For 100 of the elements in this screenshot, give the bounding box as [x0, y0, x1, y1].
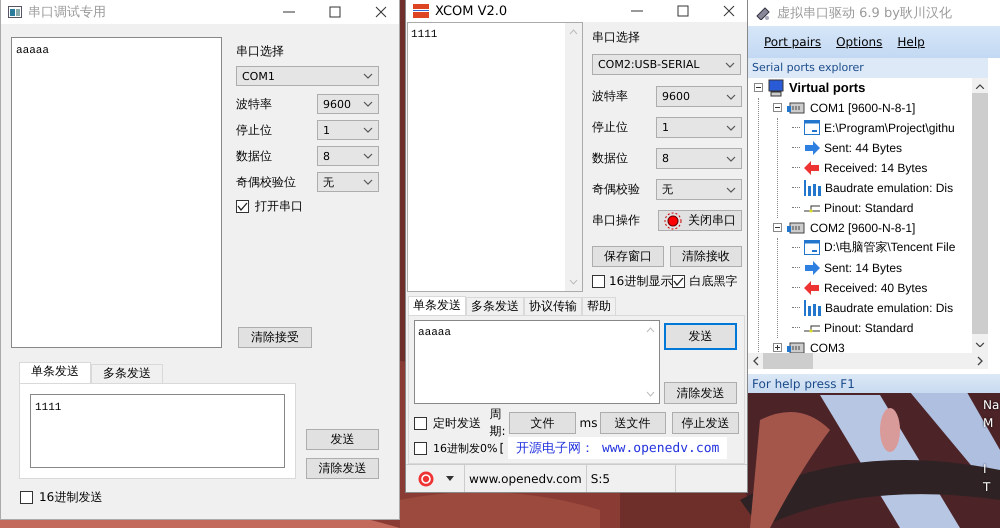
desktop-icon-label[interactable]: M [983, 416, 1000, 430]
computer-icon [767, 78, 785, 97]
indicator-light-icon [664, 212, 682, 230]
checkbox[interactable] [236, 200, 249, 213]
checkbox-label: 16进制显示 [609, 273, 672, 290]
send-file-button[interactable]: 送文件 [600, 412, 666, 434]
open-file-button[interactable]: 文件 [509, 412, 576, 434]
right-arrow-icon [804, 140, 820, 155]
button[interactable]: 保存窗口 [592, 246, 664, 267]
chevron-icon [726, 124, 736, 130]
dropdown[interactable]: 无 [656, 179, 742, 200]
checkbox[interactable] [592, 275, 605, 288]
tree-item[interactable]: COM3 [810, 340, 845, 354]
checkbox-label: 16进制发送 [39, 489, 102, 506]
send-field[interactable]: 1111 [30, 394, 285, 468]
field-label: 数据位 [236, 148, 272, 164]
logo-icon [413, 4, 429, 18]
tree-item[interactable]: Baudrate emulation: Dis [825, 180, 954, 195]
scrollbar[interactable] [748, 353, 988, 370]
scrollbar[interactable] [565, 23, 582, 291]
window-title: XCOM V2.0 [435, 4, 508, 18]
unit-label: ms [580, 416, 598, 430]
dropdown[interactable]: COM1 [236, 66, 379, 86]
scroll-up-icon [975, 84, 985, 90]
tree-item[interactable]: E:\Program\Project\githu [824, 120, 955, 135]
tree-item[interactable]: Pinout: Standard [824, 200, 914, 215]
tree-item[interactable]: COM1 [9600-N-8-1] [810, 100, 916, 115]
send-button[interactable]: 发送 [664, 323, 737, 350]
maximize-icon [677, 5, 689, 17]
collapse-icon[interactable] [773, 103, 782, 112]
tree-item[interactable]: Sent: 14 Bytes [824, 260, 902, 275]
tree-item[interactable]: Received: 14 Bytes [824, 160, 928, 175]
dropdown[interactable]: 1 [656, 117, 742, 138]
tree-item[interactable]: Pinout: Standard [824, 320, 914, 335]
expand-icon[interactable] [773, 343, 782, 352]
dropdown[interactable]: 9600 [317, 94, 379, 114]
dropdown[interactable]: 9600 [656, 86, 742, 107]
checkbox-label: 打开串口 [255, 198, 303, 215]
dropdown[interactable]: COM2:USB-SERIAL [592, 54, 741, 75]
field-label: 数据位 [592, 150, 628, 167]
scrollbar[interactable] [972, 78, 988, 354]
scroll-down-icon [646, 391, 655, 397]
scroll-up-icon [569, 29, 578, 35]
button[interactable]: 清除接收 [670, 246, 742, 267]
checkbox[interactable] [414, 442, 427, 454]
clear-send-button[interactable]: 清除发送 [306, 458, 379, 479]
power-icon [418, 470, 434, 486]
window-icon [804, 240, 820, 256]
chevron-icon [363, 179, 373, 185]
tree-item[interactable]: Sent: 44 Bytes [824, 140, 902, 155]
checkbox[interactable] [672, 275, 686, 288]
tree-item[interactable]: COM2 [9600-N-8-1] [810, 220, 916, 235]
collapse-icon[interactable] [773, 223, 782, 232]
right-arrow-icon [804, 260, 820, 275]
menu-item[interactable]: Port pairs [764, 35, 822, 49]
chevron-icon [725, 62, 735, 68]
status-text: www.openedv.com [465, 465, 587, 492]
scroll-left-icon [753, 356, 759, 366]
dropdown[interactable]: 8 [656, 148, 742, 169]
banner-text: 开源电子网： www.openedv.com [508, 437, 728, 459]
send-field[interactable]: aaaaa [414, 320, 660, 404]
bar-chart-icon [804, 180, 821, 196]
tree-item[interactable]: Virtual ports [789, 80, 866, 96]
tab[interactable]: 单条发送 [408, 296, 466, 315]
window-title: 串口调试专用 [28, 4, 107, 21]
field-label: 周期: [489, 406, 507, 440]
chevron-icon [363, 73, 373, 79]
tree-item[interactable]: Received: 40 Bytes [824, 280, 928, 295]
tree-item[interactable]: Baudrate emulation: Dis [825, 300, 954, 315]
chevron-icon [363, 127, 373, 133]
field-label: 停止位 [236, 122, 272, 138]
desktop-icon-label[interactable]: T [983, 480, 1000, 494]
field-label: 串口选择 [592, 29, 641, 46]
dropdown[interactable]: 无 [317, 172, 379, 192]
app-icon [8, 6, 22, 18]
checkbox-label: 白底黑字 [689, 273, 738, 290]
chevron-icon [726, 156, 736, 162]
tab[interactable]: 单条发送 [19, 362, 91, 383]
chevron-icon [363, 153, 373, 159]
tab[interactable]: 多条发送 [91, 364, 163, 383]
send-button[interactable]: 发送 [306, 429, 379, 450]
left-arrow-icon [804, 280, 820, 295]
desktop-icon-label[interactable]: I [983, 462, 1000, 476]
connector-icon [786, 100, 806, 116]
close-port-button[interactable]: 关闭串口 [658, 210, 742, 231]
dropdown[interactable]: 1 [317, 120, 379, 140]
dropdown[interactable]: 8 [317, 146, 379, 166]
menu-item[interactable]: Options [836, 35, 882, 49]
menu-item[interactable]: Help [897, 35, 925, 49]
checkbox[interactable] [20, 491, 33, 504]
stop-send-button[interactable]: 停止发送 [672, 412, 740, 434]
app-icon [755, 6, 771, 20]
collapse-icon[interactable] [754, 83, 763, 92]
clear-receive-button[interactable]: 清除接受 [238, 327, 312, 348]
connector-icon [786, 220, 806, 236]
checkbox[interactable] [414, 416, 427, 430]
tree-item[interactable]: D:\电脑管家\Tencent File [824, 239, 956, 256]
field-label: 停止位 [592, 119, 628, 136]
desktop-icon-label[interactable]: Na [983, 398, 1000, 412]
clear-send-button[interactable]: 清除发送 [664, 382, 737, 404]
